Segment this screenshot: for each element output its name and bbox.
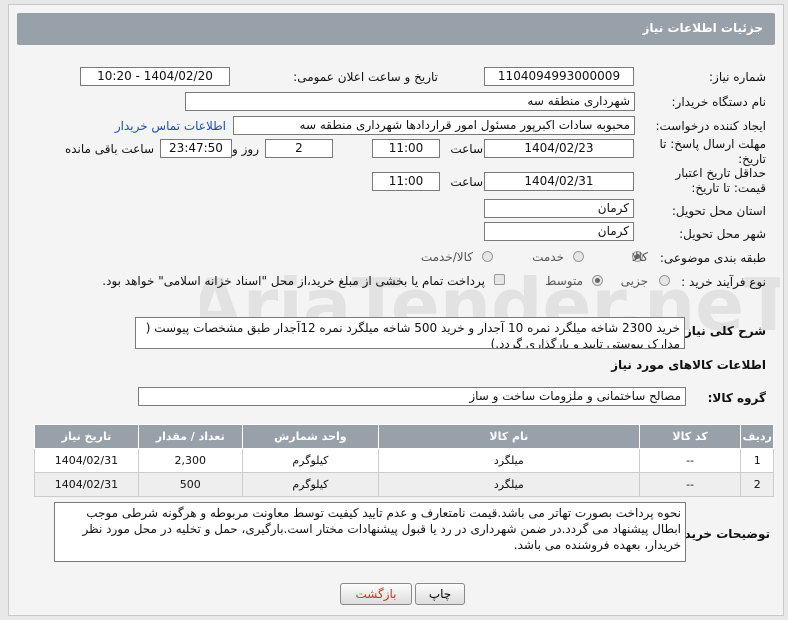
process-option-minor: جزیی xyxy=(620,274,648,288)
items-table: ردیف کد کالا نام کالا واحد شمارش تعداد /… xyxy=(34,424,774,497)
category-option-goods-service: کالا/خدمت xyxy=(420,250,473,264)
deadline-time-label: ساعت xyxy=(450,142,483,156)
treasury-checkbox[interactable] xyxy=(494,274,505,285)
announce-label: تاریخ و ساعت اعلان عمومی: xyxy=(293,70,438,84)
col-header-quantity: تعداد / مقدار xyxy=(137,424,243,449)
cell-row-number: 1 xyxy=(740,448,774,473)
goods-group-label: گروه کالا: xyxy=(707,391,766,405)
description-field: خرید 2300 شاخه میلگرد نمره 10 آجدار و خر… xyxy=(135,317,685,349)
payment-note: پرداخت تمام یا بخشی از مبلغ خرید،از محل … xyxy=(102,274,485,288)
cell-row-number: 2 xyxy=(740,472,774,497)
deadline-label: مهلت ارسال پاسخ: تا تاریخ: xyxy=(659,137,766,166)
cell-name: میلگرد xyxy=(378,448,640,473)
cell-code: -- xyxy=(638,448,742,473)
cell-quantity: 500 xyxy=(137,472,243,497)
days-label: روز و xyxy=(232,142,259,156)
creator-label: ایجاد کننده درخواست: xyxy=(655,119,766,133)
creator-field: محبوبه سادات اکبرپور مسئول امور قرارداده… xyxy=(233,116,635,135)
process-radio-minor[interactable] xyxy=(659,275,670,286)
process-radio-medium[interactable] xyxy=(592,275,603,286)
cell-unit: کیلوگرم xyxy=(241,448,380,473)
table-header-row: ردیف کد کالا نام کالا واحد شمارش تعداد /… xyxy=(34,424,774,449)
category-label: طبقه بندی موضوعی: xyxy=(659,251,766,265)
cell-name: میلگرد xyxy=(378,472,640,497)
remaining-time-field: 23:47:50 xyxy=(160,139,232,158)
table-row: 2 -- میلگرد کیلوگرم 500 1404/02/31 xyxy=(34,472,774,497)
panel-header: جزئیات اطلاعات نیاز xyxy=(17,13,775,45)
cell-date: 1404/02/31 xyxy=(34,448,139,473)
col-header-name: نام کالا xyxy=(378,424,640,449)
remaining-label: ساعت باقی مانده xyxy=(64,142,154,156)
buyer-org-field: شهرداری منطقه سه xyxy=(185,92,635,111)
category-option-goods: کالا xyxy=(631,250,648,264)
table-row: 1 -- میلگرد کیلوگرم 2,300 1404/02/31 xyxy=(34,448,774,473)
province-field: کرمان xyxy=(484,199,634,218)
province-label: استان محل تحویل: xyxy=(671,204,766,218)
col-header-unit: واحد شمارش xyxy=(241,424,380,449)
cell-quantity: 2,300 xyxy=(137,448,243,473)
days-count-field: 2 xyxy=(265,139,333,158)
col-header-code: کد کالا xyxy=(638,424,742,449)
print-button[interactable]: چاپ xyxy=(415,583,465,605)
col-header-date: تاریخ نیاز xyxy=(34,424,139,449)
cell-code: -- xyxy=(638,472,742,497)
category-radio-service[interactable] xyxy=(573,251,584,262)
description-label: شرح کلی نیاز: xyxy=(680,324,766,338)
buyer-org-label: نام دستگاه خریدار: xyxy=(671,95,767,109)
buyer-contact-link[interactable]: اطلاعات تماس خریدار xyxy=(115,119,226,133)
process-label: نوع فرآیند خرید : xyxy=(681,275,766,289)
validity-label: حداقل تاریخ اعتبار قیمت: تا تاریخ: xyxy=(675,166,766,195)
goods-info-title: اطلاعات کالاهای مورد نیاز xyxy=(611,358,766,372)
back-button[interactable]: بازگشت xyxy=(340,583,412,605)
validity-time-label: ساعت xyxy=(450,175,483,189)
validity-time-field: 11:00 xyxy=(372,172,440,191)
process-option-medium: متوسط xyxy=(545,274,583,288)
need-number-label: شماره نیاز: xyxy=(709,70,766,84)
category-option-service: خدمت xyxy=(532,250,564,264)
city-field: کرمان xyxy=(484,222,634,241)
deadline-time-field: 11:00 xyxy=(372,139,440,158)
validity-date-field: 1404/02/31 xyxy=(484,172,634,191)
announce-field: 1404/02/20 - 10:20 xyxy=(80,67,230,86)
city-label: شهر محل تحویل: xyxy=(679,227,766,241)
need-number-field: 1104094993000009 xyxy=(484,67,634,86)
buyer-notes-field: نحوه پرداخت بصورت تهاتر می باشد.قیمت نام… xyxy=(54,502,686,562)
cell-date: 1404/02/31 xyxy=(34,472,139,497)
cell-unit: کیلوگرم xyxy=(241,472,380,497)
category-radio-goods-service[interactable] xyxy=(482,251,493,262)
col-header-row-number: ردیف xyxy=(740,424,774,449)
deadline-date-field: 1404/02/23 xyxy=(484,139,634,158)
goods-group-field: مصالح ساختمانی و ملزومات ساخت و ساز xyxy=(138,387,686,406)
